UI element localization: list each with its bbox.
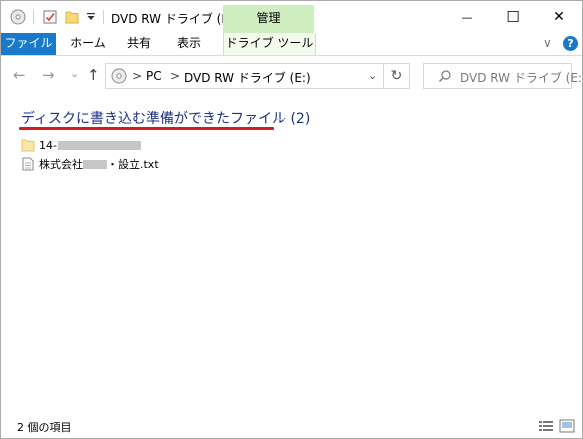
customize-toolbar-icon[interactable] — [84, 8, 98, 26]
explorer-window: DVD RW ドライブ (E:) 管理 — ☐ ✕ ファイル ホーム 共有 表示… — [0, 0, 583, 439]
breadcrumb-pc[interactable]: PC — [146, 69, 162, 83]
back-icon[interactable]: ← — [13, 66, 26, 84]
address-dropdown-icon[interactable]: ⌄ — [368, 69, 377, 82]
recent-locations-icon[interactable]: ⌄ — [70, 65, 79, 83]
search-box[interactable]: DVD RW ドライブ (E:... — [423, 63, 582, 89]
minimize-icon: — — [461, 10, 473, 24]
expand-ribbon-icon[interactable]: ∨ — [543, 36, 552, 50]
refresh-icon: ↻ — [390, 68, 403, 84]
manage-context-tab[interactable]: 管理 — [223, 5, 314, 33]
large-icons-view-icon[interactable] — [559, 419, 575, 433]
status-bar: 2 個の項目 — [1, 413, 582, 438]
ribbon-tabs: ファイル ホーム 共有 表示 ドライブ ツール ∨ ? — [1, 33, 582, 56]
breadcrumb-separator[interactable]: > — [132, 69, 142, 83]
title-bar: DVD RW ドライブ (E:) 管理 — ☐ ✕ — [1, 1, 582, 33]
navigation-bar: ← → ⌄ ↑ > PC > DVD RW ドライブ (E:) ⌄ ↻ DVD … — [1, 56, 582, 96]
toolbar-divider — [103, 10, 104, 24]
refresh-button[interactable]: ↻ — [383, 63, 410, 89]
forward-icon[interactable]: → — [42, 66, 55, 84]
list-item-folder[interactable]: 14- — [21, 137, 141, 153]
details-view-icon[interactable] — [538, 419, 554, 433]
tab-drive-tools[interactable]: ドライブ ツール — [223, 33, 316, 55]
tab-home[interactable]: ホーム — [66, 33, 110, 55]
maximize-button[interactable]: ☐ — [490, 1, 536, 33]
annotation-underline — [19, 127, 274, 130]
tab-file[interactable]: ファイル — [1, 33, 56, 55]
new-folder-icon[interactable] — [63, 8, 81, 26]
window-title: DVD RW ドライブ (E:) — [111, 12, 238, 26]
search-icon — [438, 69, 452, 86]
file-list: ディスクに書き込む準備ができたファイル (2) 14- 株式会社 ・設立.txt — [1, 97, 582, 409]
minimize-button[interactable]: — — [444, 1, 490, 33]
redacted-text — [83, 159, 107, 169]
group-header-pending-files[interactable]: ディスクに書き込む準備ができたファイル (2) — [21, 108, 310, 128]
redacted-text — [57, 140, 141, 150]
up-icon[interactable]: ↑ — [87, 66, 100, 84]
maximize-icon: ☐ — [506, 8, 520, 26]
folder-icon — [21, 138, 35, 152]
toolbar-divider — [33, 10, 34, 24]
close-icon: ✕ — [553, 9, 565, 25]
breadcrumb-separator[interactable]: > — [170, 69, 180, 83]
tab-share[interactable]: 共有 — [121, 33, 157, 55]
tab-view[interactable]: 表示 — [171, 33, 207, 55]
dvd-drive-icon — [111, 68, 127, 87]
breadcrumb-dvd-drive[interactable]: DVD RW ドライブ (E:) — [184, 69, 311, 86]
properties-icon[interactable] — [41, 8, 59, 26]
group-header-divider — [277, 119, 285, 120]
search-placeholder: DVD RW ドライブ (E:... — [460, 71, 583, 85]
list-item-text-file[interactable]: 株式会社 ・設立.txt — [21, 156, 159, 172]
drive-icon[interactable] — [9, 8, 27, 26]
help-icon[interactable]: ? — [563, 36, 578, 51]
address-bar[interactable]: > PC > DVD RW ドライブ (E:) ⌄ — [105, 63, 410, 89]
close-button[interactable]: ✕ — [536, 1, 582, 33]
item-name: 14- — [39, 138, 57, 152]
item-count: 2 個の項目 — [17, 421, 72, 434]
item-name: 株式会社 — [39, 158, 83, 171]
item-name-suffix: ・設立.txt — [107, 158, 159, 171]
text-file-icon — [21, 157, 35, 171]
